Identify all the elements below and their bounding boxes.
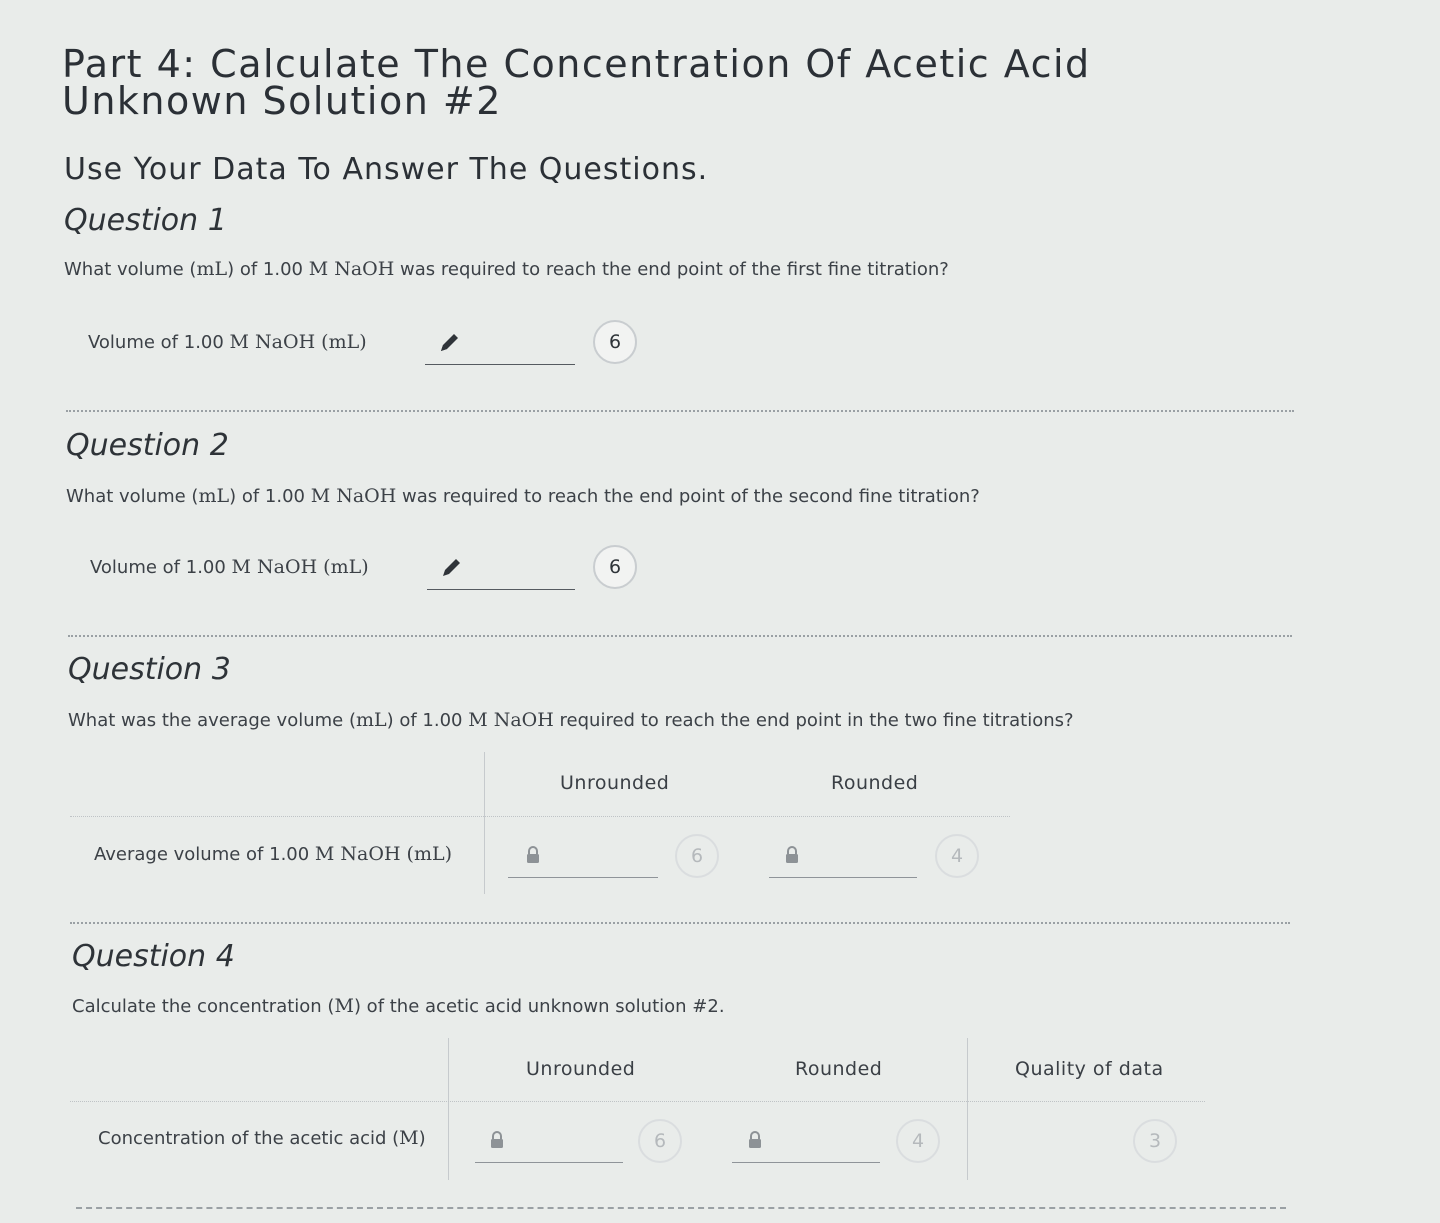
- question-4-row-label: Concentration of the acetic acid (M): [98, 1127, 426, 1149]
- question-2-sig-fig-badge: 6: [593, 545, 637, 589]
- question-1-title: Question 1: [64, 203, 227, 238]
- column-header-unrounded: Unrounded: [526, 1058, 636, 1080]
- column-header-rounded: Rounded: [795, 1058, 883, 1080]
- question-3-rounded-badge: 4: [935, 834, 979, 878]
- question-3-unrounded-badge: 6: [675, 834, 719, 878]
- column-header-quality: Quality of data: [1015, 1058, 1164, 1080]
- question-1-text: What volume (mL) of 1.00 M NaOH was requ…: [64, 258, 949, 280]
- question-4-rounded-badge: 4: [896, 1119, 940, 1163]
- question-4-text: Calculate the concentration (M) of the a…: [72, 995, 725, 1017]
- question-1-field-label: Volume of 1.00 M NaOH (mL): [88, 331, 367, 353]
- question-3-title: Question 3: [68, 652, 231, 687]
- lock-icon: [527, 846, 539, 863]
- column-header-rounded: Rounded: [831, 772, 919, 794]
- table-column-divider: [448, 1038, 449, 1180]
- question-4-unrounded-badge: 6: [638, 1119, 682, 1163]
- divider: [76, 1207, 1286, 1209]
- pencil-icon[interactable]: [436, 330, 462, 356]
- divider: [66, 410, 1294, 412]
- question-1-sig-fig-badge: 6: [593, 320, 637, 364]
- table-column-divider: [967, 1038, 968, 1180]
- lock-icon: [749, 1131, 761, 1148]
- divider: [68, 635, 1292, 637]
- page-title: Part 4: Calculate The Concentration Of A…: [62, 42, 1091, 123]
- question-3-row-label: Average volume of 1.00 M NaOH (mL): [94, 843, 453, 865]
- title-line-2: Unknown Solution #2: [62, 79, 502, 123]
- question-2-field-label: Volume of 1.00 M NaOH (mL): [90, 556, 369, 578]
- table-column-divider: [484, 752, 485, 894]
- title-line-1: Part 4: Calculate The Concentration Of A…: [62, 42, 1091, 86]
- assignment-page: Part 4: Calculate The Concentration Of A…: [0, 0, 1440, 1223]
- table-header-divider: [70, 816, 1010, 817]
- question-3-text: What was the average volume (mL) of 1.00…: [68, 709, 1074, 731]
- lock-icon: [491, 1131, 503, 1148]
- question-4-quality-badge: 3: [1133, 1119, 1177, 1163]
- column-header-unrounded: Unrounded: [560, 772, 670, 794]
- lock-icon: [786, 846, 798, 863]
- pencil-icon[interactable]: [438, 555, 464, 581]
- divider: [70, 922, 1290, 924]
- question-2-text: What volume (mL) of 1.00 M NaOH was requ…: [66, 485, 980, 507]
- instructions-heading: Use Your Data To Answer The Questions.: [64, 152, 709, 187]
- question-4-title: Question 4: [72, 939, 235, 974]
- question-2-title: Question 2: [66, 428, 229, 463]
- table-header-divider: [70, 1101, 1205, 1102]
